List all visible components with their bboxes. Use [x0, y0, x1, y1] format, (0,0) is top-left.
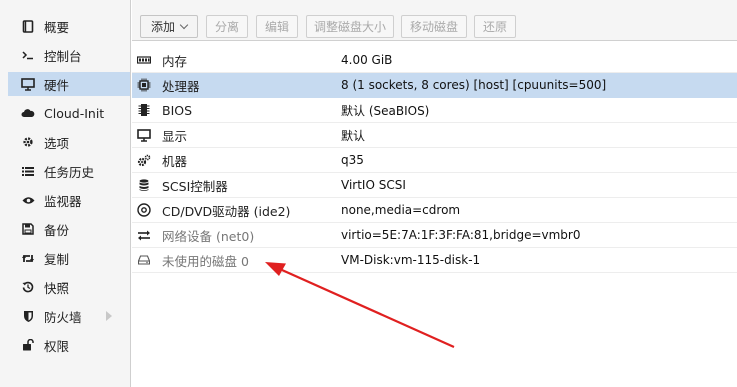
hardware-row-value: VirtIO SCSI — [341, 178, 406, 192]
terminal-icon — [20, 47, 36, 63]
hardware-row-display[interactable]: 显示 默认 — [132, 123, 737, 148]
sidebar-item-label: 任务历史 — [44, 164, 95, 180]
add-button-label: 添加 — [150, 20, 175, 34]
hardware-row-machine[interactable]: 机器 q35 — [132, 148, 737, 173]
sidebar-item-task-history[interactable]: 任务历史 — [8, 159, 126, 183]
hardware-row-memory[interactable]: 内存 4.00 GiB — [132, 48, 737, 73]
eye-icon — [20, 192, 36, 208]
sidebar-item-label: Cloud-Init — [44, 105, 105, 121]
sidebar-item-summary[interactable]: 概要 — [8, 14, 126, 38]
move-disk-button[interactable]: 移动磁盘 — [401, 15, 467, 38]
add-button[interactable]: 添加 — [140, 15, 198, 38]
shield-icon — [20, 308, 36, 324]
history-icon — [20, 279, 36, 295]
vm-sidebar: 概要 控制台 硬件 Cloud-Init 选项 任务历史 监视器 备份 复制 快… — [0, 0, 131, 387]
monitor-icon — [20, 76, 36, 92]
database-icon — [136, 177, 152, 193]
hardware-row-value: 默认 — [341, 128, 366, 143]
hardware-row-label: 处理器 — [162, 78, 200, 94]
sidebar-item-monitor[interactable]: 监视器 — [8, 188, 126, 212]
cdrom-icon — [136, 202, 152, 218]
hardware-row-scsi-controller[interactable]: SCSI控制器 VirtIO SCSI — [132, 173, 737, 198]
sidebar-item-label: 权限 — [44, 338, 70, 354]
hardware-row-label: CD/DVD驱动器 (ide2) — [162, 203, 291, 219]
hardware-row-label: 未使用的磁盘 0 — [162, 253, 249, 269]
book-icon — [20, 18, 36, 34]
hardware-row-network[interactable]: 网络设备 (net0) virtio=5E:7A:1F:3F:FA:81,bri… — [132, 223, 737, 248]
hardware-row-value: 8 (1 sockets, 8 cores) [host] [cpuunits=… — [341, 78, 607, 92]
hardware-row-value: q35 — [341, 153, 364, 167]
hardware-row-label: 内存 — [162, 53, 188, 69]
hardware-row-value: 4.00 GiB — [341, 53, 393, 67]
hdd-icon — [136, 252, 152, 268]
sidebar-item-console[interactable]: 控制台 — [8, 43, 126, 67]
revert-button[interactable]: 还原 — [474, 15, 516, 38]
hardware-row-value: VM-Disk:vm-115-disk-1 — [341, 253, 481, 267]
sidebar-item-label: 控制台 — [44, 48, 82, 64]
sidebar-item-snapshots[interactable]: 快照 — [8, 275, 126, 299]
sidebar-item-firewall[interactable]: 防火墙 — [8, 304, 126, 328]
hardware-row-label: 机器 — [162, 153, 188, 169]
chevron-down-icon — [179, 20, 189, 30]
hardware-row-cdrom[interactable]: CD/DVD驱动器 (ide2) none,media=cdrom — [132, 198, 737, 223]
expand-arrow-icon[interactable] — [106, 311, 112, 321]
hardware-row-label: 网络设备 (net0) — [162, 228, 255, 244]
exchange-icon — [136, 227, 152, 243]
hardware-row-unused-disk[interactable]: 未使用的磁盘 0 VM-Disk:vm-115-disk-1 — [132, 248, 737, 273]
cogs-icon — [136, 152, 152, 168]
hardware-row-label: SCSI控制器 — [162, 178, 228, 194]
memory-icon — [136, 52, 152, 68]
sidebar-item-cloud-init[interactable]: Cloud-Init — [8, 101, 126, 125]
floppy-icon — [20, 221, 36, 237]
sidebar-item-label: 监视器 — [44, 193, 82, 209]
sidebar-item-label: 防火墙 — [44, 309, 82, 325]
unlock-icon — [20, 337, 36, 353]
hardware-row-label: BIOS — [162, 102, 193, 118]
chip-icon — [136, 102, 152, 118]
hardware-row-label: 显示 — [162, 128, 188, 144]
list-icon — [20, 163, 36, 179]
hardware-toolbar: 添加 分离 编辑 调整磁盘大小 移动磁盘 还原 — [132, 0, 737, 41]
retweet-icon — [20, 250, 36, 266]
sidebar-item-hardware[interactable]: 硬件 — [8, 72, 130, 96]
hardware-row-value: 默认 (SeaBIOS) — [341, 103, 430, 118]
hardware-row-value: virtio=5E:7A:1F:3F:FA:81,bridge=vmbr0 — [341, 228, 581, 242]
sidebar-item-options[interactable]: 选项 — [8, 130, 126, 154]
sidebar-item-permissions[interactable]: 权限 — [8, 333, 126, 357]
hardware-row-value: none,media=cdrom — [341, 203, 461, 217]
edit-button[interactable]: 编辑 — [256, 15, 298, 38]
gear-icon — [20, 134, 36, 150]
sidebar-item-label: 概要 — [44, 19, 70, 35]
display-icon — [136, 127, 152, 143]
hardware-row-processor[interactable]: 处理器 8 (1 sockets, 8 cores) [host] [cpuun… — [132, 73, 737, 98]
sidebar-item-label: 硬件 — [44, 77, 70, 93]
detach-button[interactable]: 分离 — [206, 15, 248, 38]
hardware-row-bios[interactable]: BIOS 默认 (SeaBIOS) — [132, 98, 737, 123]
vm-hardware-panel: 概要 控制台 硬件 Cloud-Init 选项 任务历史 监视器 备份 复制 快… — [0, 0, 737, 387]
sidebar-item-label: 选项 — [44, 135, 70, 151]
sidebar-item-replication[interactable]: 复制 — [8, 246, 126, 270]
resize-disk-button[interactable]: 调整磁盘大小 — [306, 15, 394, 38]
sidebar-item-label: 备份 — [44, 222, 70, 238]
cpu-icon — [136, 77, 152, 93]
sidebar-item-label: 快照 — [44, 280, 70, 296]
cloud-icon — [20, 105, 36, 121]
sidebar-item-backup[interactable]: 备份 — [8, 217, 126, 241]
sidebar-item-label: 复制 — [44, 251, 70, 267]
